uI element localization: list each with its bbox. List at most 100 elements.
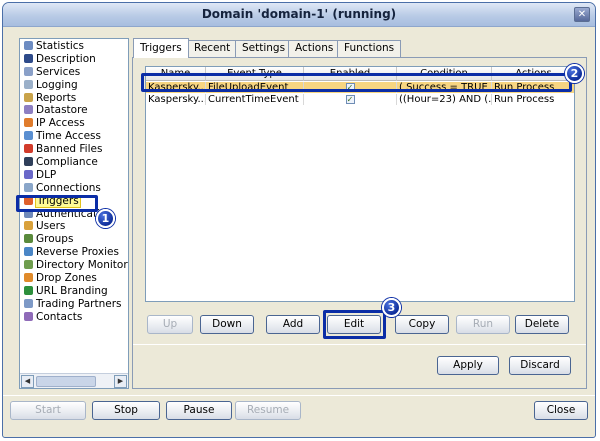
sidebar-item-dlp[interactable]: DLP [20, 169, 128, 182]
ip-access-icon [24, 118, 33, 128]
column-condition[interactable]: Condition [397, 67, 492, 81]
sidebar-item-triggers[interactable]: Triggers [20, 194, 128, 208]
callout-1-badge: 1 [96, 209, 115, 228]
sidebar-item-label: IP Access [36, 117, 85, 130]
sidebar-item-label: Drop Zones [36, 272, 97, 285]
proxy-icon [24, 247, 33, 257]
globe-icon [24, 285, 33, 295]
table-row[interactable]: Kaspersky... FileUploadEvent ✓ ( Success… [146, 82, 574, 93]
dropzone-icon [24, 273, 33, 283]
delete-button[interactable]: Delete [515, 315, 569, 334]
sidebar-item-label: Contacts [36, 310, 83, 323]
sidebar-item-directory-monitors[interactable]: Directory Monitors [20, 259, 128, 272]
sidebar-item-reports[interactable]: Reports [20, 92, 128, 105]
sidebar-item-ip-access[interactable]: IP Access [20, 117, 128, 130]
cell-event-type: FileUploadEvent [206, 82, 304, 93]
cell-enabled: ✓ [304, 94, 397, 105]
sidebar-item-label: Banned Files [36, 143, 103, 156]
sidebar-item-url-branding[interactable]: URL Branding [20, 285, 128, 298]
sidebar-item-label: Groups [36, 233, 74, 246]
run-button[interactable]: Run [456, 315, 510, 334]
pause-button[interactable]: Pause [166, 401, 232, 420]
title-bar[interactable]: Domain 'domain-1' (running) ✕ [3, 3, 595, 27]
sidebar-item-label: Reverse Proxies [36, 246, 119, 259]
triggers-panel: Name Event Type Enabled Condition Action… [132, 57, 587, 389]
sidebar-item-label: URL Branding [36, 284, 108, 297]
table-row[interactable]: Kaspersky... CurrentTimeEvent ✓ ((Hour=2… [146, 94, 574, 105]
sidebar-item-services[interactable]: Services [20, 66, 128, 79]
cell-name: Kaspersky... [148, 94, 206, 105]
callout-2-badge: 2 [565, 64, 584, 83]
add-button[interactable]: Add [266, 315, 320, 334]
column-actions[interactable]: Actions [492, 67, 574, 81]
sidebar-item-label: Reports [36, 91, 77, 104]
window-title: Domain 'domain-1' (running) [201, 7, 397, 21]
reports-icon [24, 92, 33, 102]
cell-actions: Run Process [492, 82, 574, 93]
edit-button[interactable]: Edit [327, 315, 381, 334]
sidebar-item-trading-partners[interactable]: Trading Partners [20, 298, 128, 311]
sidebar-item-groups[interactable]: Groups [20, 233, 128, 246]
panel-divider [133, 344, 586, 345]
cell-enabled: ✓ [304, 82, 397, 93]
person-icon [24, 53, 33, 63]
sidebar-item-contacts[interactable]: Contacts [20, 311, 128, 324]
tab-functions[interactable]: Functions [337, 40, 402, 57]
group-icon [24, 234, 33, 244]
discard-button[interactable]: Discard [509, 356, 571, 375]
connections-icon [24, 182, 33, 192]
sidebar-item-time-access[interactable]: Time Access [20, 130, 128, 143]
sidebar-horizontal-scrollbar[interactable]: ◀ ▶ [20, 373, 128, 388]
up-button[interactable]: Up [147, 315, 193, 334]
sidebar-item-description[interactable]: Description [20, 53, 128, 66]
copy-button[interactable]: Copy [395, 315, 449, 334]
sidebar-item-label: Triggers [35, 194, 81, 208]
sidebar-item-logging[interactable]: Logging [20, 79, 128, 92]
database-icon [24, 105, 33, 115]
sidebar-item-compliance[interactable]: Compliance [20, 156, 128, 169]
sidebar-item-label: Users [36, 220, 66, 233]
triggers-table[interactable]: Name Event Type Enabled Condition Action… [145, 66, 575, 302]
cell-actions: Run Process [492, 94, 574, 105]
sidebar-item-label: Time Access [36, 130, 101, 143]
tab-actions[interactable]: Actions [288, 40, 341, 57]
sidebar-item-datastore[interactable]: Datastore [20, 104, 128, 117]
scroll-left-arrow-icon[interactable]: ◀ [21, 375, 34, 388]
tab-triggers[interactable]: Triggers [133, 38, 189, 58]
sidebar-item-label: Services [36, 65, 81, 78]
cell-event-type: CurrentTimeEvent [206, 94, 304, 105]
banned-icon [24, 144, 33, 154]
resume-button[interactable]: Resume [235, 401, 301, 420]
cell-name: Kaspersky... [148, 82, 206, 93]
tab-recent[interactable]: Recent [187, 40, 238, 57]
column-enabled[interactable]: Enabled [304, 67, 397, 81]
column-name[interactable]: Name [146, 67, 206, 81]
enabled-checkbox[interactable]: ✓ [345, 95, 355, 104]
start-button[interactable]: Start [10, 401, 86, 420]
tab-settings[interactable]: Settings [235, 40, 293, 57]
dlp-icon [24, 169, 33, 179]
scroll-right-arrow-icon[interactable]: ▶ [114, 375, 127, 388]
down-button[interactable]: Down [200, 315, 254, 334]
sidebar-item-label: Logging [36, 78, 78, 91]
auth-icon [24, 208, 33, 218]
cell-condition: ((Hour=23) AND (... [399, 94, 492, 105]
sidebar-item-banned-files[interactable]: Banned Files [20, 143, 128, 156]
cell-condition: ( Success = TRUE ) [399, 82, 492, 93]
close-window-icon[interactable]: ✕ [574, 7, 590, 22]
apply-button[interactable]: Apply [437, 356, 499, 375]
column-event-type[interactable]: Event Type [206, 67, 304, 81]
sidebar-item-connections[interactable]: Connections [20, 182, 128, 195]
scroll-thumb[interactable] [36, 376, 96, 387]
services-icon [24, 66, 33, 76]
sidebar-item-statistics[interactable]: Statistics [20, 40, 128, 53]
sidebar-item-drop-zones[interactable]: Drop Zones [20, 272, 128, 285]
sidebar-item-label: Directory Monitors [36, 259, 128, 272]
enabled-checkbox[interactable]: ✓ [345, 83, 355, 92]
close-button[interactable]: Close [534, 401, 588, 420]
window-divider [3, 395, 595, 396]
domain-window: Domain 'domain-1' (running) ✕ Statistics… [2, 2, 596, 438]
sidebar-item-reverse-proxies[interactable]: Reverse Proxies [20, 246, 128, 259]
logging-icon [24, 79, 33, 89]
stop-button[interactable]: Stop [92, 401, 160, 420]
